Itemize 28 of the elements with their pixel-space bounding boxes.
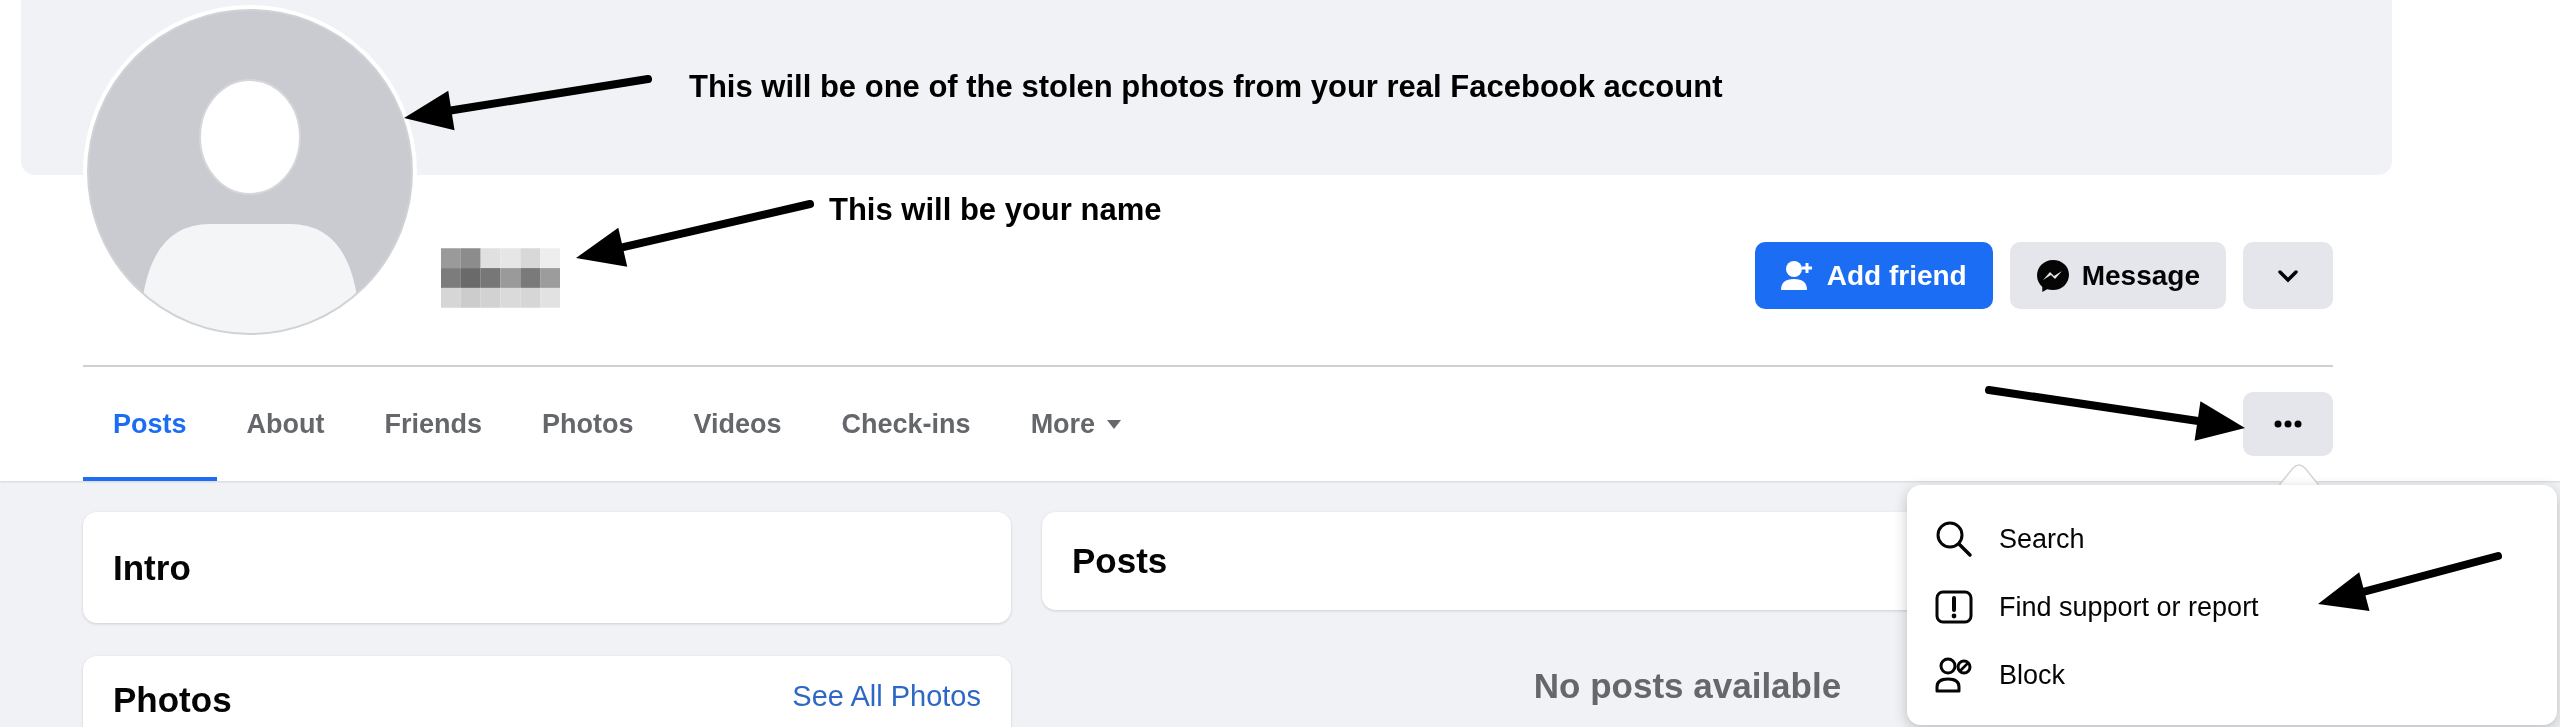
menu-item[interactable]: Search xyxy=(1935,505,2557,573)
add-friend-button[interactable]: Add friend xyxy=(1754,242,1993,309)
empty-message: No posts available xyxy=(1533,666,1842,705)
profile-tab[interactable]: Photos xyxy=(512,367,664,481)
profile-tab[interactable]: Friends xyxy=(354,367,513,481)
exclamation-icon xyxy=(1935,590,1973,624)
profile-tab[interactable]: Videos xyxy=(663,367,812,481)
profile-tab[interactable]: More xyxy=(1000,367,1152,481)
see-all-photos-link[interactable]: See All Photos xyxy=(792,680,981,713)
profile-tab[interactable]: About xyxy=(216,367,355,481)
profile-tab[interactable]: Posts xyxy=(83,367,217,481)
block-person-icon xyxy=(1935,656,1973,694)
menu-item[interactable]: Block xyxy=(1935,641,2557,709)
annotation-text: This will be your name xyxy=(829,192,1162,228)
search-icon xyxy=(1935,520,1973,558)
ellipsis-icon xyxy=(2274,420,2302,428)
caret-down-icon xyxy=(1107,419,1122,429)
annotation-text: This will be one of the stolen photos from your real Facebook account xyxy=(689,69,1723,105)
messenger-icon xyxy=(2035,258,2070,293)
menu-item[interactable]: Find support or report xyxy=(1935,573,2557,641)
chevron-down-icon xyxy=(2277,268,2299,283)
more-options-button[interactable] xyxy=(2243,392,2333,456)
card-title: Posts xyxy=(1072,541,1168,581)
profile-tab[interactable]: Check-ins xyxy=(811,367,1001,481)
card-title: Intro xyxy=(113,547,191,588)
add-person-icon xyxy=(1780,259,1815,292)
card-title: Photos xyxy=(113,680,232,720)
message-button[interactable]: Message xyxy=(2009,242,2226,309)
